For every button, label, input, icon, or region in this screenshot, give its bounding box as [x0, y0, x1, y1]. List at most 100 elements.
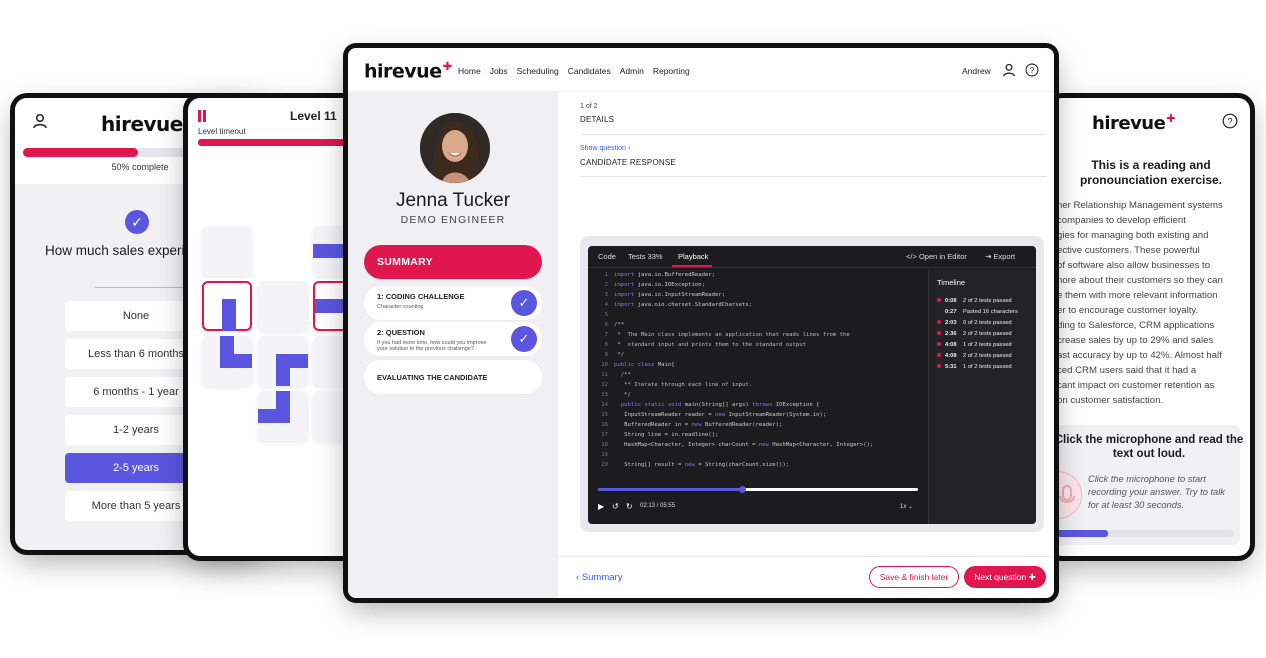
reading-line: ding to Salesforce, CRM applications: [1057, 320, 1215, 331]
timeline-time: 0:27: [945, 309, 957, 315]
reading-line: cant impact on customer retention as: [1057, 380, 1215, 391]
code-editor[interactable]: 1 import java.io.BufferedReader; 2 import j…: [588, 270, 926, 470]
user-icon[interactable]: [1002, 63, 1016, 77]
code-line: */: [614, 352, 625, 358]
timeline-time: 0:08: [945, 298, 957, 304]
line-number: 4: [604, 302, 608, 308]
step-subtitle: If you had more time, how could you impr…: [377, 340, 487, 352]
timeline-event[interactable]: 2:36 2 of 2 tests passed: [937, 331, 1012, 337]
candidate-avatar: [420, 113, 490, 183]
timeline-event[interactable]: 0:27 Pasted 16 characters: [937, 309, 1018, 315]
save-finish-later-button[interactable]: Save & finish later: [869, 566, 959, 588]
show-question-link[interactable]: Show question ›: [580, 145, 630, 152]
step-coding-challenge[interactable]: 1: CODING CHALLENGE Character counting ✓: [364, 286, 542, 320]
divider: [580, 134, 1046, 135]
timeline-panel: Timeline 0:08 2 of 2 tests passed 0:27 Past…: [928, 270, 1036, 524]
next-question-button[interactable]: Next question ✚: [964, 566, 1046, 588]
tab-code[interactable]: Code: [598, 252, 616, 261]
reading-line: ced CRM users said that it had a: [1057, 365, 1197, 376]
check-icon: ✓: [125, 210, 149, 234]
line-number: 18: [601, 442, 608, 448]
puzzle-tile[interactable]: [202, 336, 252, 386]
timeline-event[interactable]: 0:08 2 of 2 tests passed: [937, 298, 1012, 304]
puzzle-tile[interactable]: [258, 391, 308, 441]
option-1-2-years[interactable]: 1-2 years: [65, 415, 207, 445]
reading-line: on customer satisfaction.: [1057, 395, 1164, 406]
timeline-event-text: 0 of 2 tests passed: [963, 320, 1012, 326]
reading-line: crease sales by up to 29% and sales: [1057, 335, 1214, 346]
timeline-time: 2:36: [945, 331, 957, 337]
candidate-role: DEMO ENGINEER: [400, 214, 506, 226]
code-playback-panel: Code Tests 33% Playback </> Open in Edit…: [580, 236, 1044, 532]
line-number: 16: [601, 422, 608, 428]
step-title: 1: CODING CHALLENGE: [377, 292, 465, 301]
hirevue-logo: hirevue✚: [101, 112, 194, 136]
nav-admin[interactable]: Admin: [620, 66, 644, 76]
code-tabs: Code Tests 33% Playback </> Open in Edit…: [588, 246, 1036, 268]
nav-reporting[interactable]: Reporting: [653, 66, 690, 76]
tab-tests[interactable]: Tests 33%: [628, 252, 663, 261]
export-button[interactable]: ⇥ Export: [985, 252, 1015, 261]
tab-playback[interactable]: Playback: [678, 252, 708, 261]
microphone-heading: Click the microphone and read the text o…: [1054, 434, 1244, 460]
code-viewer: Code Tests 33% Playback </> Open in Edit…: [588, 246, 1036, 524]
recording-progress-bar: [1054, 530, 1234, 537]
microphone-button[interactable]: [1050, 471, 1082, 519]
summary-button[interactable]: SUMMARY: [364, 245, 542, 279]
option-2-5-years[interactable]: 2-5 years: [65, 453, 207, 483]
timeline-event[interactable]: 4:08 1 of 2 tests passed: [937, 342, 1012, 348]
step-evaluating[interactable]: EVALUATING THE CANDIDATE: [364, 360, 542, 394]
timeline-event-text: 1 of 2 tests passed: [963, 364, 1012, 370]
playback-speed-select[interactable]: 1x ⌄: [900, 503, 913, 510]
microphone-instructions: Click the microphone to start recording …: [1088, 474, 1225, 510]
nav-jobs[interactable]: Jobs: [490, 66, 508, 76]
chevron-right-icon: ›: [627, 145, 631, 152]
puzzle-tile[interactable]: [202, 226, 252, 276]
timeline-event-text: 2 of 2 tests passed: [963, 331, 1012, 337]
step-title: 2: QUESTION: [377, 328, 425, 337]
play-icon[interactable]: ▶: [598, 502, 604, 511]
user-icon[interactable]: [32, 113, 48, 129]
help-icon[interactable]: ?: [1222, 113, 1238, 129]
timeline-dot-icon: [937, 353, 941, 358]
code-line: String line = in.readline();: [614, 432, 719, 438]
microphone-panel: Click the microphone and read the text o…: [1050, 425, 1243, 545]
option-more-than-5-years[interactable]: More than 5 years: [65, 491, 207, 521]
hirevue-logo[interactable]: hirevue✚: [364, 59, 452, 82]
timeline-event-text: 2 of 2 tests passed: [963, 353, 1012, 359]
puzzle-tile[interactable]: [258, 281, 308, 331]
timeline-dot-icon: [937, 342, 941, 347]
nav-scheduling[interactable]: Scheduling: [517, 66, 559, 76]
rewind-icon[interactable]: ↺: [612, 502, 619, 511]
divider: [558, 556, 1054, 557]
timeline-event[interactable]: 5:31 1 of 2 tests passed: [937, 364, 1012, 370]
open-in-editor-button[interactable]: </> Open in Editor: [906, 252, 967, 261]
help-icon[interactable]: ?: [1025, 63, 1039, 77]
code-line: public class Main{: [614, 362, 675, 368]
reading-line: gies for managing both existing and: [1057, 230, 1209, 241]
option-6-months-1-year[interactable]: 6 months - 1 year: [65, 377, 207, 407]
back-to-summary-link[interactable]: ‹ Summary: [576, 572, 622, 583]
timeline-event[interactable]: 2:03 0 of 2 tests passed: [937, 320, 1012, 326]
step-question[interactable]: 2: QUESTION If you had more time, how co…: [364, 322, 542, 356]
scrubber-handle[interactable]: [739, 486, 746, 493]
reading-line: e them with more relevant information: [1057, 290, 1218, 301]
timeline-dot-icon: [937, 298, 941, 303]
active-tab-indicator: [672, 265, 712, 267]
forward-icon[interactable]: ↻: [626, 502, 633, 511]
option-less-than-6-months[interactable]: Less than 6 months: [65, 339, 207, 369]
code-line: public static void main(String[] args) t…: [620, 402, 820, 408]
line-number: 8: [604, 342, 608, 348]
nav-candidates[interactable]: Candidates: [568, 66, 611, 76]
timeline-dot-icon: [937, 331, 941, 336]
line-number: 12: [601, 382, 608, 388]
puzzle-tile[interactable]: [258, 336, 308, 386]
reading-card: hirevue✚ ? This is a reading and pronoun…: [1050, 98, 1250, 556]
pause-icon[interactable]: [198, 109, 208, 122]
timeline-event[interactable]: 4:08 2 of 2 tests passed: [937, 353, 1012, 359]
nav-links: Home Jobs Scheduling Candidates Admin Reporti…: [458, 66, 699, 76]
nav-home[interactable]: Home: [458, 66, 481, 76]
puzzle-tile-selected[interactable]: [202, 281, 252, 331]
option-none[interactable]: None: [65, 301, 207, 331]
nav-username[interactable]: Andrew: [962, 66, 991, 76]
